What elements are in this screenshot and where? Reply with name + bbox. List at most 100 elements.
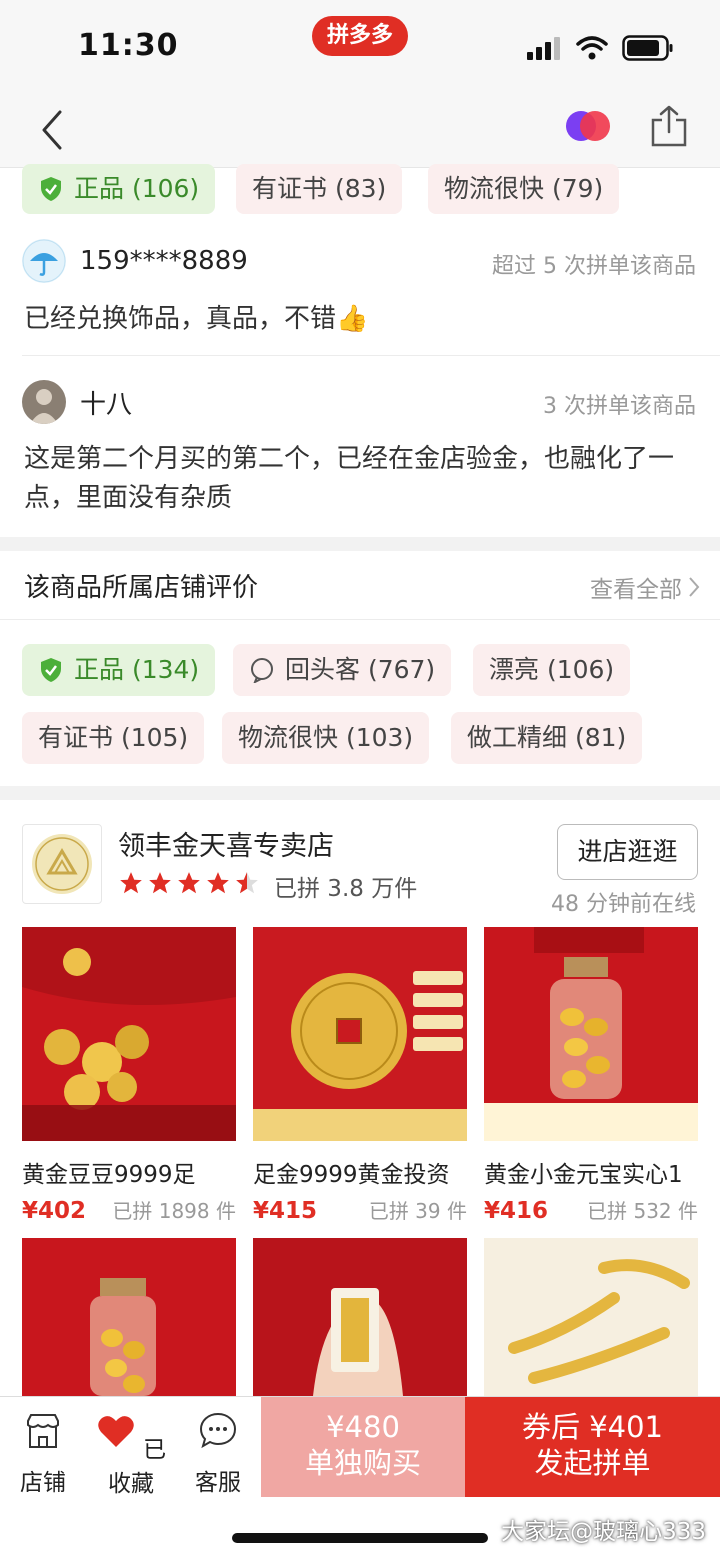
shop-logo[interactable] bbox=[22, 824, 102, 904]
cellular-signal-icon bbox=[527, 37, 560, 60]
shop-logo-icon bbox=[32, 834, 92, 894]
umbrella-avatar-icon bbox=[22, 239, 66, 283]
review-tag-label: 物流很快 (79) bbox=[444, 174, 604, 203]
product-card[interactable] bbox=[484, 1238, 698, 1396]
customer-service-button[interactable]: 客服 bbox=[188, 1411, 248, 1497]
shield-check-icon bbox=[41, 177, 61, 201]
buy-alone-button[interactable]: ¥480 单独购买 bbox=[261, 1397, 465, 1497]
app-badge: 拼多多 bbox=[312, 16, 408, 56]
review-username: 159****8889 bbox=[80, 246, 248, 276]
chat-bubbles-icon[interactable] bbox=[564, 108, 612, 144]
buy-alone-label: 单独购买 bbox=[304, 1446, 421, 1480]
star-icon bbox=[120, 872, 142, 894]
half-star-icon bbox=[236, 872, 258, 894]
product-card[interactable] bbox=[22, 1238, 236, 1396]
product-card[interactable]: 黄金小金元宝实心1 ¥416 已拼 532 件 bbox=[484, 927, 698, 1224]
store-tag-label: 漂亮 (106) bbox=[489, 655, 615, 684]
group-buy-price: 券后 ¥401 bbox=[521, 1410, 664, 1444]
view-all-label: 查看全部 bbox=[590, 577, 682, 603]
group-buy-button[interactable]: 券后 ¥401 发起拼单 bbox=[465, 1397, 720, 1497]
store-tag-fine-workmanship[interactable]: 做工精细 (81) bbox=[451, 712, 643, 764]
watermark: 大家坛@玻璃心333 bbox=[501, 1519, 706, 1545]
review-tag-certificate[interactable]: 有证书 (83) bbox=[236, 164, 403, 214]
section-gap bbox=[0, 537, 720, 551]
review-purchase-count: 3 次拼单该商品 bbox=[543, 394, 696, 419]
status-icons bbox=[526, 34, 674, 62]
divider bbox=[0, 619, 720, 620]
product-price: ¥416 bbox=[484, 1198, 549, 1224]
shop-sales: 已拼 3.8 万件 bbox=[274, 876, 418, 902]
shop-name[interactable]: 领丰金天喜专卖店 bbox=[118, 824, 334, 863]
product-sold-count: 已拼 532 件 bbox=[587, 1199, 698, 1223]
review-text: 这是第二个月买的第二个，已经在金店验金，也融化了一点，里面没有杂质 bbox=[24, 444, 675, 513]
status-bar: 11:30 拼多多 bbox=[0, 0, 720, 92]
star-icon bbox=[149, 872, 171, 894]
review-username: 十八 bbox=[80, 389, 133, 420]
star-icon bbox=[207, 872, 229, 894]
review-tag-label: 正品 (106) bbox=[74, 174, 200, 203]
store-icon bbox=[27, 1414, 59, 1448]
wifi-icon bbox=[576, 36, 608, 60]
product-price: ¥402 bbox=[22, 1198, 87, 1224]
divider bbox=[22, 355, 720, 356]
product-sold-count: 已拼 1898 件 bbox=[112, 1199, 236, 1223]
favorite-button[interactable]: 已收藏 bbox=[93, 1411, 169, 1498]
enter-shop-button[interactable]: 进店逛逛 bbox=[557, 824, 698, 880]
review-tag-label: 有证书 (83) bbox=[252, 174, 387, 203]
shield-check-icon bbox=[41, 658, 61, 682]
store-tag-fast-shipping[interactable]: 物流很快 (103) bbox=[222, 712, 430, 764]
store-reviews-title: 该商品所属店铺评价 bbox=[24, 573, 259, 603]
user-avatar-icon bbox=[22, 380, 66, 424]
review-purchase-count: 超过 5 次拼单该商品 bbox=[492, 254, 696, 279]
product-image[interactable] bbox=[22, 927, 236, 1141]
bottom-action-bar: 店铺 已收藏 客服 ¥480 单独购买 券后 ¥401 发起拼单 bbox=[0, 1396, 720, 1498]
nav-bar bbox=[0, 92, 720, 168]
battery-icon bbox=[622, 35, 673, 61]
view-all-link[interactable]: 查看全部 bbox=[590, 570, 700, 604]
service-label: 客服 bbox=[195, 1470, 241, 1496]
product-card[interactable]: 黄金豆豆9999足 ¥402 已拼 1898 件 bbox=[22, 927, 236, 1224]
shop-online-status: 48 分钟前在线 bbox=[551, 892, 696, 917]
product-card[interactable]: 足金9999黄金投资 ¥415 已拼 39 件 bbox=[253, 927, 467, 1224]
review-text: 已经兑换饰品，真品，不错👍 bbox=[24, 304, 369, 334]
product-title: 黄金小金元宝实心1 bbox=[484, 1162, 683, 1188]
review-user: 159****8889 bbox=[22, 238, 248, 284]
product-card[interactable] bbox=[253, 1238, 467, 1396]
product-sold-count: 已拼 39 件 bbox=[368, 1199, 467, 1223]
share-icon[interactable] bbox=[650, 104, 688, 148]
store-tag-label: 回头客 (767) bbox=[285, 655, 436, 684]
store-label: 店铺 bbox=[20, 1470, 66, 1496]
avatar bbox=[22, 239, 66, 283]
section-gap bbox=[0, 786, 720, 800]
home-indicator[interactable] bbox=[232, 1533, 488, 1543]
product-image[interactable] bbox=[253, 927, 467, 1141]
store-tag-certificate[interactable]: 有证书 (105) bbox=[22, 712, 205, 764]
avatar bbox=[22, 380, 66, 424]
store-tag-label: 物流很快 (103) bbox=[238, 723, 414, 752]
group-buy-label: 发起拼单 bbox=[534, 1446, 651, 1480]
product-image[interactable] bbox=[484, 927, 698, 1141]
review-tag-fast-shipping[interactable]: 物流很快 (79) bbox=[428, 164, 620, 214]
product-image[interactable] bbox=[484, 1238, 698, 1396]
shop-rating bbox=[118, 870, 260, 898]
store-tag-label: 正品 (134) bbox=[74, 655, 200, 684]
store-tag-repeat-customer[interactable]: 回头客 (767) bbox=[233, 644, 452, 696]
review-user: 十八 bbox=[22, 379, 132, 425]
product-price: ¥415 bbox=[253, 1198, 318, 1224]
heart-icon bbox=[98, 1416, 134, 1447]
product-image[interactable] bbox=[22, 1238, 236, 1396]
store-button[interactable]: 店铺 bbox=[13, 1411, 73, 1497]
chevron-right-icon bbox=[689, 577, 700, 597]
repeat-customer-icon bbox=[251, 658, 273, 683]
product-image[interactable] bbox=[253, 1238, 467, 1396]
store-tag-beautiful[interactable]: 漂亮 (106) bbox=[473, 644, 631, 696]
store-tag-label: 有证书 (105) bbox=[38, 723, 189, 752]
review-tag-genuine[interactable]: 正品 (106) bbox=[22, 164, 216, 214]
status-time: 11:30 bbox=[78, 28, 179, 63]
store-tag-label: 做工精细 (81) bbox=[467, 723, 627, 752]
back-arrow-icon[interactable] bbox=[34, 108, 74, 152]
buy-alone-price: ¥480 bbox=[326, 1410, 400, 1444]
product-title: 足金9999黄金投资 bbox=[253, 1162, 450, 1188]
store-tag-genuine[interactable]: 正品 (134) bbox=[22, 644, 216, 696]
chat-icon bbox=[199, 1412, 237, 1449]
